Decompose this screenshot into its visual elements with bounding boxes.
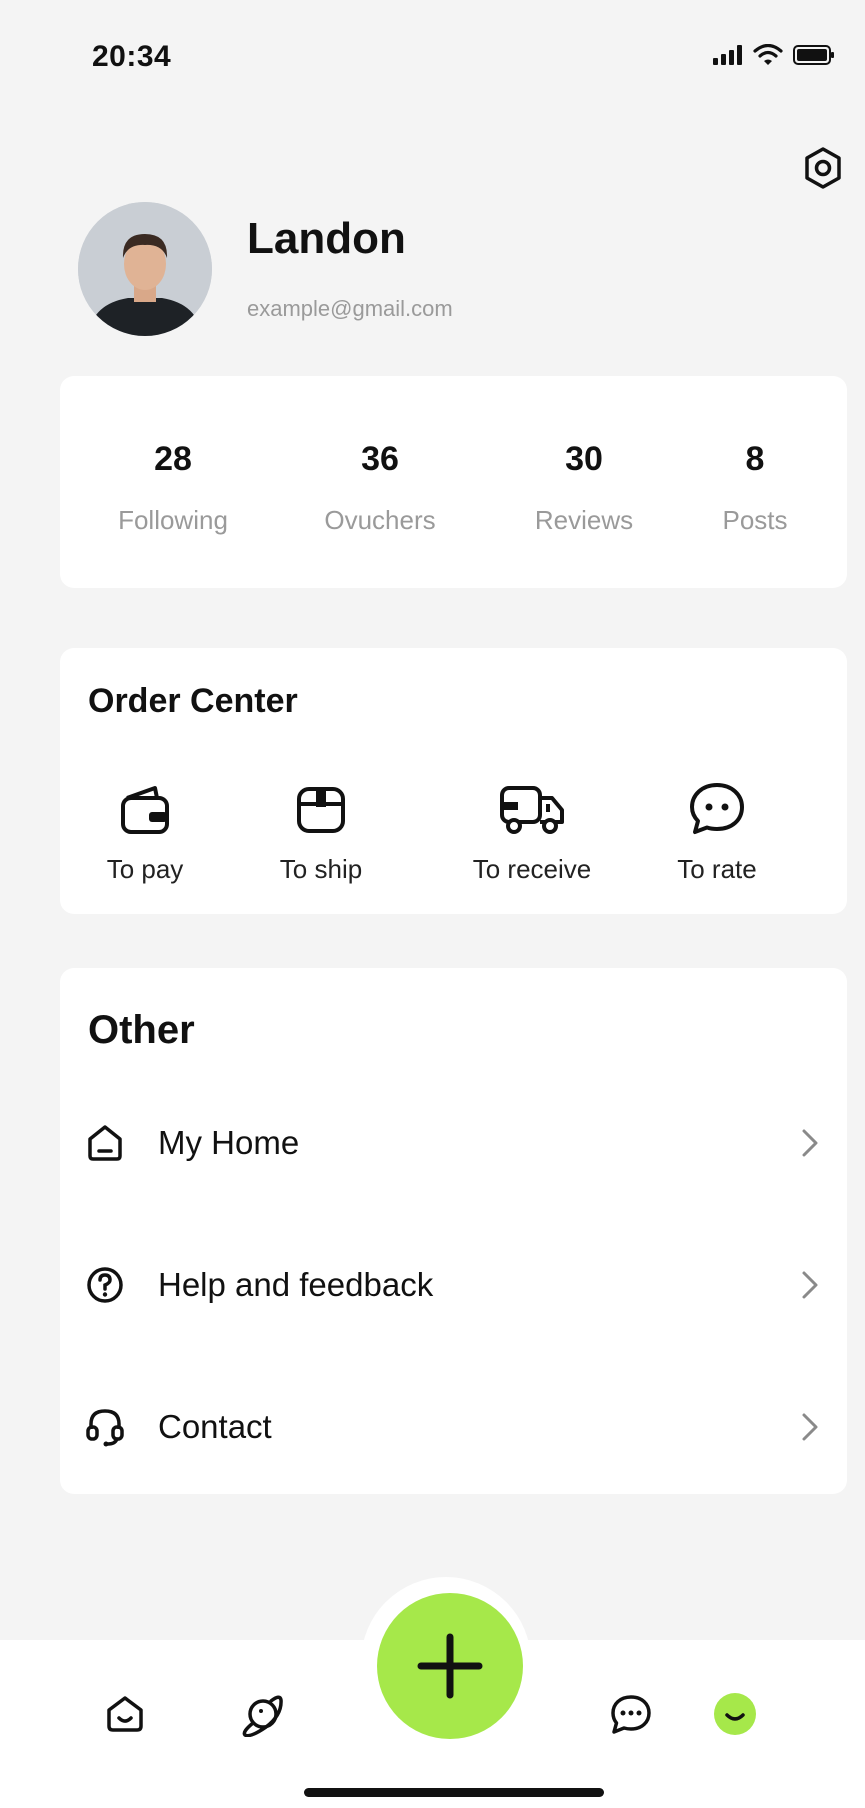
settings-button[interactable] bbox=[799, 144, 847, 192]
order-to-rate[interactable]: To rate bbox=[632, 776, 802, 885]
order-to-ship[interactable]: To ship bbox=[236, 776, 406, 885]
other-title: Other bbox=[88, 1008, 195, 1052]
tab-home[interactable] bbox=[97, 1686, 153, 1742]
order-center-card: Order Center To pay To ship To receive T… bbox=[60, 648, 847, 914]
stat-label: Posts bbox=[722, 505, 788, 535]
order-center-title: Order Center bbox=[88, 682, 298, 720]
headset-icon bbox=[86, 1409, 124, 1447]
truck-icon bbox=[500, 786, 564, 834]
stat-reviews[interactable]: 30 Reviews bbox=[504, 440, 664, 536]
stat-value: 30 bbox=[565, 440, 603, 478]
stat-label: Reviews bbox=[534, 505, 634, 535]
profile-email: example@gmail.com bbox=[247, 296, 453, 321]
menu-item-contact[interactable]: Contact bbox=[60, 1384, 847, 1470]
settings-icon bbox=[805, 147, 841, 189]
menu-item-my-home[interactable]: My Home bbox=[60, 1100, 847, 1186]
profile-name: Landon bbox=[247, 214, 406, 263]
tab-profile[interactable] bbox=[707, 1686, 763, 1742]
box-icon bbox=[297, 787, 345, 833]
home-icon bbox=[88, 1125, 122, 1161]
status-icons bbox=[713, 44, 835, 66]
stat-posts[interactable]: 8 Posts bbox=[675, 440, 835, 536]
tab-explore[interactable] bbox=[235, 1686, 291, 1742]
home-indicator bbox=[304, 1788, 604, 1797]
add-icon bbox=[417, 1633, 483, 1699]
avatar[interactable] bbox=[78, 202, 212, 336]
chevron-right-icon bbox=[802, 1413, 818, 1441]
stats-card: 28 Following 36 Ovuchers 30 Reviews 8 Po… bbox=[60, 376, 847, 588]
home-tab-icon bbox=[107, 1696, 143, 1732]
other-card: Other My Home Help and feedback Contact bbox=[60, 968, 847, 1494]
menu-item-label: My Home bbox=[158, 1124, 300, 1161]
chevron-right-icon bbox=[802, 1129, 818, 1157]
stat-label: Following bbox=[118, 505, 228, 535]
stat-label: Ovuchers bbox=[324, 505, 436, 535]
avatar-photo bbox=[78, 202, 212, 336]
status-time: 20:34 bbox=[92, 40, 172, 73]
order-label: To rate bbox=[677, 854, 757, 884]
stat-vouchers[interactable]: 36 Ovuchers bbox=[300, 440, 460, 536]
stat-value: 8 bbox=[745, 440, 765, 478]
order-to-receive[interactable]: To receive bbox=[447, 776, 617, 885]
planet-icon bbox=[242, 1695, 283, 1737]
chevron-right-icon bbox=[802, 1271, 818, 1299]
stat-value: 36 bbox=[361, 440, 399, 478]
order-label: To ship bbox=[279, 854, 363, 884]
battery-icon bbox=[793, 45, 834, 65]
order-label: To receive bbox=[472, 854, 592, 884]
menu-item-label: Help and feedback bbox=[158, 1266, 434, 1303]
profile-icon bbox=[714, 1693, 756, 1735]
stat-value: 28 bbox=[154, 440, 192, 478]
menu-item-help[interactable]: Help and feedback bbox=[60, 1242, 847, 1328]
signal-icon bbox=[713, 45, 742, 65]
menu-item-label: Contact bbox=[158, 1408, 272, 1445]
stat-following[interactable]: 28 Following bbox=[93, 440, 253, 536]
order-to-pay[interactable]: To pay bbox=[60, 776, 230, 885]
order-label: To pay bbox=[106, 854, 184, 884]
tab-messages[interactable] bbox=[603, 1686, 659, 1742]
add-button[interactable] bbox=[377, 1593, 523, 1739]
message-icon bbox=[611, 1695, 651, 1734]
chat-bubble-icon bbox=[690, 783, 744, 834]
wifi-icon bbox=[753, 44, 783, 65]
help-icon bbox=[87, 1267, 123, 1303]
wallet-icon bbox=[121, 786, 169, 834]
